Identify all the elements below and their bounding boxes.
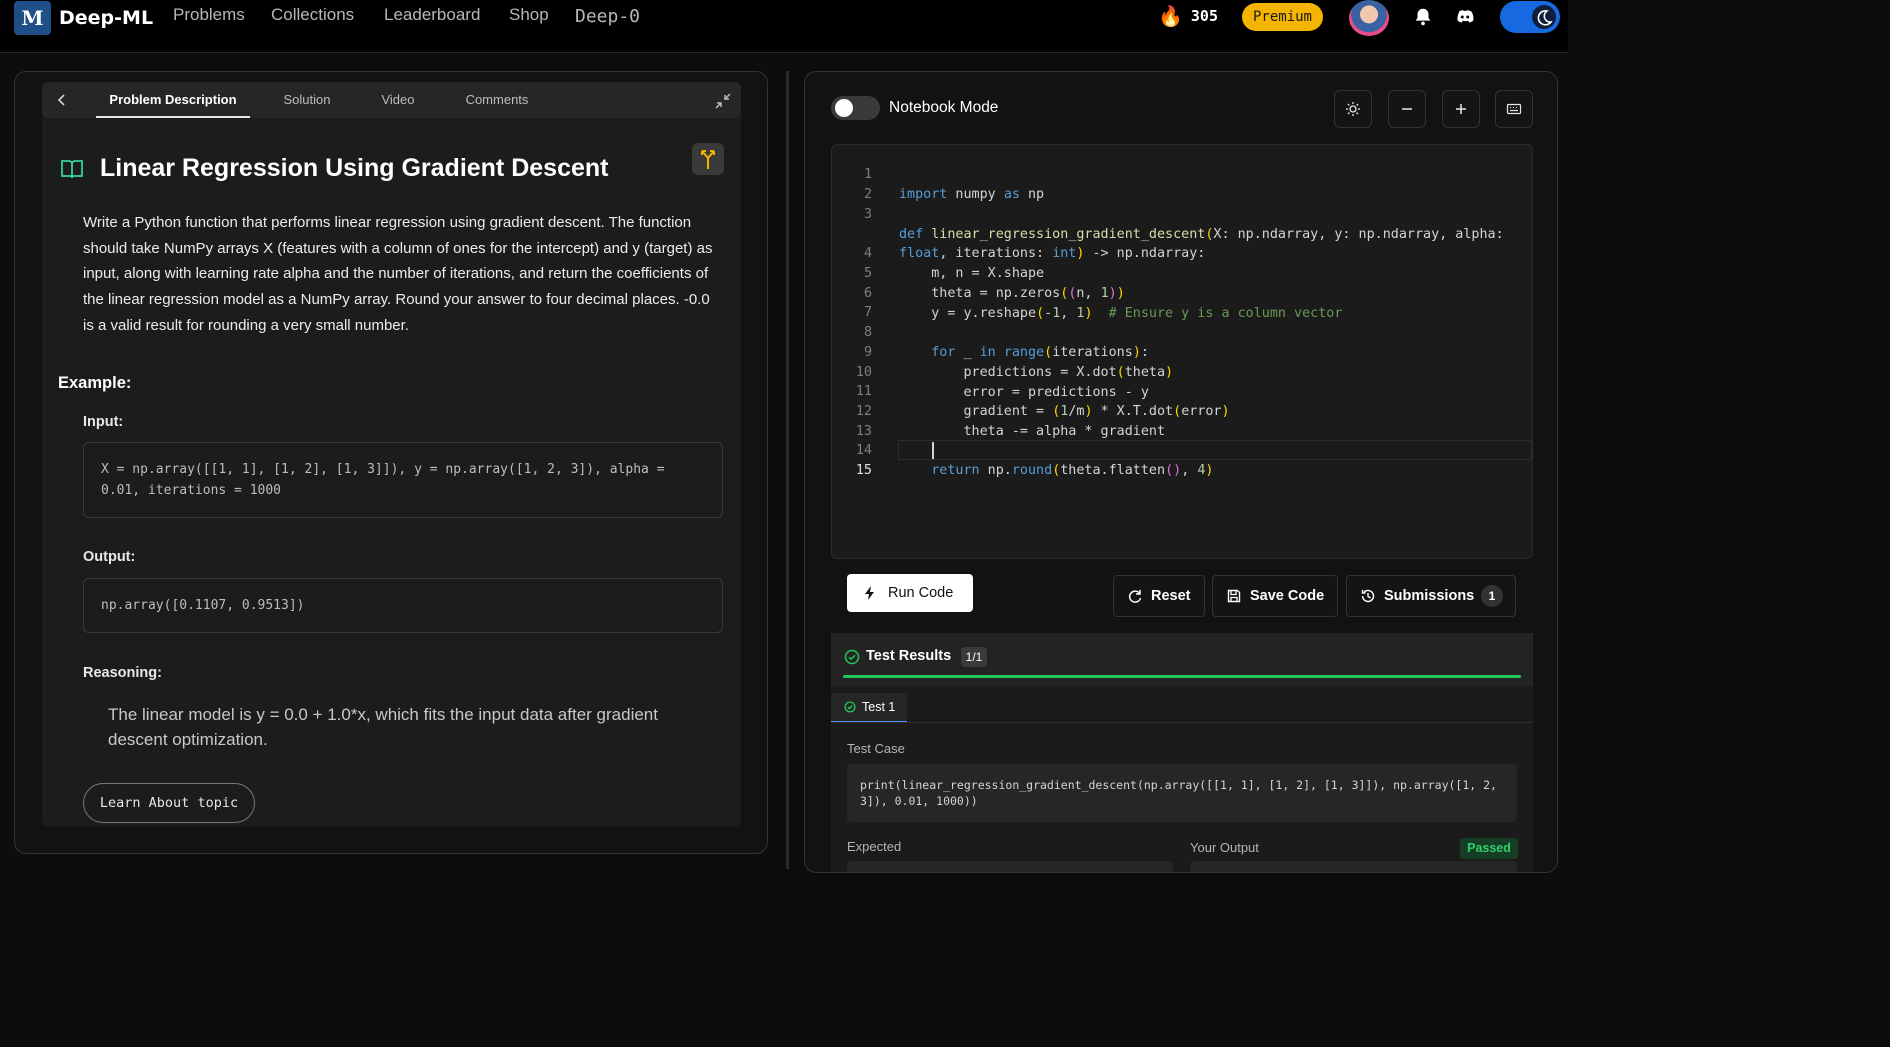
learn-about-topic-button[interactable]: Learn About topic — [83, 783, 255, 823]
status-badge: Passed — [1460, 838, 1518, 859]
code-line[interactable]: 1 import numpy as np — [832, 145, 1044, 202]
example-input-box: X = np.array([[1, 1], [1, 2], [1, 3]]), … — [83, 442, 723, 518]
problem-panel: Problem Description Solution Video Comme… — [14, 71, 768, 854]
lightning-icon — [865, 586, 874, 600]
problem-title: Linear Regression Using Gradient Descent — [100, 154, 609, 182]
code-line[interactable]: 9 predictions = X.dot(theta) — [832, 323, 1173, 380]
deep-ml-logo[interactable]: M — [14, 1, 51, 35]
history-icon — [1361, 589, 1375, 603]
refresh-icon — [1128, 590, 1142, 603]
code-editor[interactable]: 1 import numpy as np 2 3 def linear_regr… — [831, 144, 1533, 559]
nav-problems-link[interactable]: Problems — [173, 5, 245, 25]
fire-icon: 🔥 — [1158, 4, 1183, 28]
check-circle-icon — [844, 701, 856, 713]
run-code-button[interactable]: Run Code — [847, 574, 973, 612]
streak-count: 305 — [1190, 7, 1218, 25]
output-label: Output: — [83, 549, 136, 565]
premium-button[interactable]: Premium — [1242, 3, 1323, 31]
sun-icon — [1346, 102, 1360, 116]
test-progress-bar — [843, 675, 1521, 678]
code-line[interactable]: 14 return np.round(theta.flatten(), 4) — [832, 421, 1214, 478]
expected-output-box — [847, 861, 1173, 872]
test-progress-fill — [843, 675, 1521, 678]
save-code-button[interactable]: Save Code — [1212, 575, 1338, 617]
save-icon — [1227, 589, 1241, 603]
text-cursor — [932, 442, 934, 459]
code-line[interactable]: 3 def linear_regression_gradient_descent… — [832, 185, 1504, 242]
discord-icon[interactable] — [1453, 6, 1477, 28]
code-line[interactable]: 8 for _ in range(iterations): — [832, 303, 1149, 360]
editor-theme-button[interactable] — [1334, 90, 1372, 128]
editor-panel: Notebook Mode 1 import numpy as np 2 3 d… — [804, 71, 1558, 873]
keyboard-shortcuts-button[interactable] — [1495, 90, 1533, 128]
brand-name[interactable]: Deep-ML — [59, 7, 153, 29]
code-line[interactable]: 6 y = y.reshape(-1, 1) # Ensure y is a c… — [832, 264, 1342, 321]
check-circle-icon — [844, 649, 860, 665]
tab-problem-description[interactable]: Problem Description — [96, 82, 250, 118]
nav-collections-link[interactable]: Collections — [271, 5, 354, 25]
code-line[interactable]: 4 m, n = X.shape — [832, 224, 1044, 281]
code-line[interactable]: 5 theta = np.zeros((n, 1)) — [832, 244, 1125, 301]
keyboard-icon — [1506, 103, 1522, 115]
your-output-label: Your Output — [1190, 840, 1259, 855]
plus-icon — [1456, 104, 1466, 114]
test-results-title: Test Results — [866, 648, 952, 664]
fork-icon — [701, 150, 715, 169]
tab-comments[interactable]: Comments — [454, 82, 540, 118]
problem-description: Write a Python function that performs li… — [83, 214, 713, 334]
book-open-icon — [61, 160, 83, 179]
notebook-mode-toggle[interactable] — [831, 96, 880, 120]
your-output-box — [1190, 861, 1517, 872]
panel-resize-handle[interactable] — [786, 71, 789, 869]
bell-icon[interactable] — [1412, 6, 1434, 28]
problem-content: Problem Description Solution Video Comme… — [42, 82, 741, 827]
fork-button[interactable] — [692, 143, 724, 175]
code-line-wrapped[interactable]: float, iterations: int) -> np.ndarray: — [832, 204, 1205, 261]
user-avatar[interactable] — [1349, 0, 1389, 36]
reasoning-text: The linear model is y = 0.0 + 1.0*x, whi… — [108, 705, 658, 749]
submissions-button[interactable]: Submissions 1 — [1346, 575, 1516, 617]
top-navbar: M Deep-ML Problems Collections Leaderboa… — [0, 0, 1568, 53]
code-line[interactable]: 12 theta -= alpha * gradient — [832, 382, 1165, 439]
nav-leaderboard-link[interactable]: Leaderboard — [384, 5, 480, 25]
tab-video[interactable]: Video — [368, 82, 428, 118]
problem-tabbar: Problem Description Solution Video Comme… — [42, 82, 741, 118]
test-results-count: 1/1 — [961, 647, 987, 667]
streak-counter: 🔥 305 — [1158, 4, 1218, 28]
code-line[interactable]: 15 — [832, 441, 880, 478]
reset-button[interactable]: Reset — [1113, 575, 1205, 617]
chevron-left-icon[interactable] — [54, 92, 70, 108]
test-case-label: Test Case — [847, 741, 905, 756]
moon-icon — [1532, 5, 1556, 29]
test-results-panel: Test Results 1/1 Test 1 Test Case print(… — [831, 633, 1533, 872]
zoom-in-button[interactable] — [1442, 90, 1480, 128]
example-output-box: np.array([0.1107, 0.9513]) — [83, 578, 723, 633]
test-tabs-divider — [831, 722, 1533, 723]
submissions-count-badge: 1 — [1481, 585, 1503, 607]
theme-toggle[interactable] — [1500, 1, 1560, 33]
code-line[interactable]: 13 — [832, 402, 880, 439]
test-case-code: print(linear_regression_gradient_descent… — [847, 764, 1517, 822]
zoom-out-button[interactable] — [1388, 90, 1426, 128]
current-line-highlight — [898, 440, 1532, 460]
nav-shop-link[interactable]: Shop — [509, 5, 549, 25]
code-line[interactable]: 11 gradient = (1/m) * X.T.dot(error) — [832, 362, 1230, 419]
test-results-header: Test Results 1/1 — [831, 633, 1533, 686]
reasoning-label: Reasoning: — [83, 665, 162, 681]
code-line[interactable]: 10 error = predictions - y — [832, 343, 1149, 400]
collapse-icon[interactable] — [714, 92, 732, 110]
input-label: Input: — [83, 414, 124, 430]
code-line[interactable]: 2 — [832, 165, 880, 202]
expected-label: Expected — [847, 839, 902, 854]
nav-deep0-link[interactable]: Deep-0 — [575, 6, 640, 27]
example-heading: Example: — [58, 374, 132, 392]
minus-icon — [1402, 108, 1412, 110]
tab-test-1[interactable]: Test 1 — [831, 693, 907, 723]
tab-solution[interactable]: Solution — [268, 82, 346, 118]
code-line[interactable]: 7 — [832, 283, 880, 320]
notebook-mode-label: Notebook Mode — [889, 99, 999, 116]
